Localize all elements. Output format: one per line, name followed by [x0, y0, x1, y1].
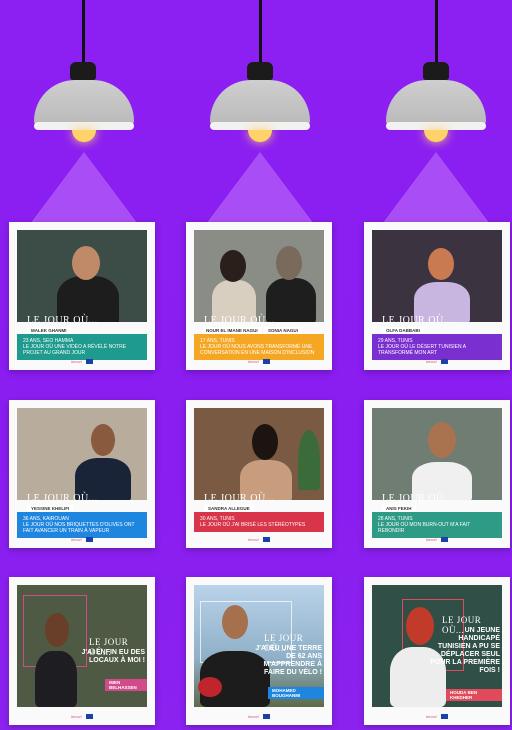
card-text: LE JOUR OÙ NOUS AVONS TRANSFORMÉ UNE CON…: [200, 344, 315, 356]
name-tag: IMEN BELHASSEN: [105, 679, 147, 691]
portrait-card[interactable]: LE JOUR OÙ... UN JEUNE HANDICAPÉ TUNISIE…: [364, 577, 510, 725]
eu-flag-icon: [85, 358, 93, 364]
card-text: LE JOUR OÙ UNE VIDÉO A RÉVÉLÉ NOTRE PROJ…: [23, 344, 127, 356]
portrait-photo: [194, 408, 324, 500]
card-footer: innov!: [372, 356, 502, 366]
eu-flag-icon: [262, 713, 270, 719]
portrait-card[interactable]: LE JOUR OÙ... OLFA DABBABI 29 ANS, TUNIS…: [364, 222, 510, 370]
portrait-card[interactable]: LE JOUR OÙ... YESSINE KHELIFI 36 ANS, KA…: [9, 400, 155, 548]
portrait-card[interactable]: LE JOUR OÙ... J'AI ENFIN EU DES LOCAUX À…: [9, 577, 155, 725]
eu-flag-icon: [85, 713, 93, 719]
card-footer: innov!: [17, 534, 147, 544]
name-tag: ANIS FEKIH: [382, 505, 416, 512]
card-text: LE JOUR OÙ LE DÉSERT TUNISIEN A TRANSFOR…: [378, 344, 466, 356]
card-title: LE JOUR OÙ...: [27, 315, 98, 326]
name-tag: MALEK GHANMI: [27, 327, 71, 334]
card-quote: UN JEUNE HANDICAPÉ TUNISIEN A PU SE DÉPL…: [430, 627, 500, 674]
name-tag: OLFA DABBABI: [382, 327, 424, 334]
card-title: LE JOUR OÙ...: [382, 315, 453, 326]
eu-flag-icon: [440, 536, 448, 542]
portrait-card[interactable]: LE JOUR OÙ... NOUR EL IMANE NAGUI SONIA …: [186, 222, 332, 370]
eu-flag-icon: [440, 713, 448, 719]
card-footer: innov!: [372, 534, 502, 544]
card-footer: innov!: [194, 534, 324, 544]
card-footer: innov!: [194, 356, 324, 366]
eu-flag-icon: [262, 536, 270, 542]
card-text: LE JOUR OÙ J'AI BRISÉ LES STÉRÉOTYPES: [200, 522, 306, 528]
card-text: LE JOUR OÙ NOS BRIQUETTES D'OLIVES ONT F…: [23, 522, 135, 534]
portrait-photo: LE JOUR OÙ... UN JEUNE HANDICAPÉ TUNISIE…: [372, 585, 502, 707]
portrait-card[interactable]: LE JOUR OÙ... J'AI EU UNE TERRE DE 62 AN…: [186, 577, 332, 725]
portrait-photo: LE JOUR OÙ... J'AI ENFIN EU DES LOCAUX À…: [17, 585, 147, 707]
card-footer: innov!: [372, 711, 502, 721]
portrait-photo: [194, 230, 324, 322]
name-tag: YESSINE KHELIFI: [27, 505, 74, 512]
card-title: LE JOUR OÙ...: [382, 493, 453, 504]
eu-flag-icon: [262, 358, 270, 364]
eu-flag-icon: [440, 358, 448, 364]
card-quote: J'AI EU UNE TERRE DE 62 ANS M'APPRENDRE …: [255, 645, 322, 676]
poster-stage: LE JOUR OÙ... MALEK GHANMI 23 ANS, SEO H…: [0, 0, 512, 730]
card-text: LE JOUR OÙ MON BURN-OUT M'A FAIT REBONDI…: [378, 522, 471, 534]
portrait-photo: [372, 408, 502, 500]
portrait-photo: [17, 408, 147, 500]
portrait-card[interactable]: LE JOUR OÙ... ANIS FEKIH 28 ANS, TUNIS L…: [364, 400, 510, 548]
card-footer: innov!: [194, 711, 324, 721]
card-title: LE JOUR OÙ...: [204, 493, 275, 504]
name-tag: MOHAMED BOUGHANMI: [268, 687, 324, 699]
name-tag: SONIA NAGUI: [264, 327, 302, 334]
card-quote: J'AI ENFIN EU DES LOCAUX À MOI !: [81, 649, 145, 664]
portrait-card[interactable]: LE JOUR OÙ... MALEK GHANMI 23 ANS, SEO H…: [9, 222, 155, 370]
name-tag: SANDRA ALLEGUE: [204, 505, 254, 512]
card-footer: innov!: [17, 356, 147, 366]
portrait-photo: [372, 230, 502, 322]
portrait-photo: [17, 230, 147, 322]
card-title: LE JOUR OÙ...: [204, 315, 275, 326]
portrait-photo: LE JOUR OÙ... J'AI EU UNE TERRE DE 62 AN…: [194, 585, 324, 707]
name-tag: HOUDA BEN KHEDHER: [446, 689, 502, 701]
eu-flag-icon: [85, 536, 93, 542]
card-title: LE JOUR OÙ...: [27, 493, 98, 504]
name-tag: NOUR EL IMANE NAGUI: [202, 327, 262, 334]
card-footer: innov!: [17, 711, 147, 721]
portrait-card[interactable]: LE JOUR OÙ... SANDRA ALLEGUE 30 ANS, TUN…: [186, 400, 332, 548]
